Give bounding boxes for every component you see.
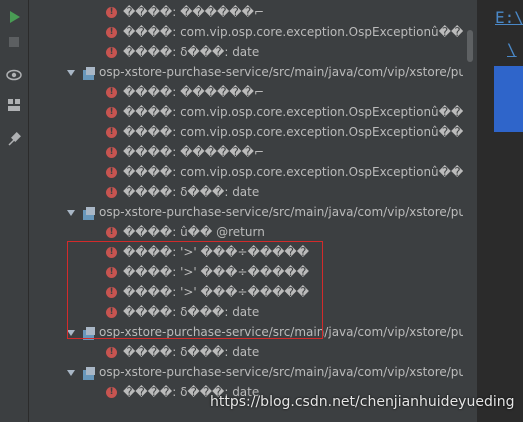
tree-error-item[interactable]: ! ����: ������⌐ <box>106 2 264 22</box>
pin-icon[interactable] <box>5 130 23 148</box>
expand-arrow-icon[interactable] <box>67 369 75 376</box>
editor-selection-block <box>494 66 523 132</box>
tree-file-node[interactable]: osp-xstore-purchase-service/src/main/jav… <box>67 62 463 82</box>
tree-error-item[interactable]: ! ����: ������⌐ <box>106 82 264 102</box>
tree-error-item[interactable]: ! ����: δ���: date <box>106 342 259 362</box>
error-message: ����: com.vip.osp.core.exception.OspExce… <box>123 25 463 39</box>
tree-error-item[interactable]: ! ����: com.vip.osp.core.exception.OspExc… <box>106 162 463 182</box>
error-icon: ! <box>106 47 117 58</box>
problems-tree: ! ����: ������⌐! ����: com.vip.osp.core.ex… <box>29 0 463 422</box>
editor-path-link-2[interactable]: \ <box>507 40 517 59</box>
stop-icon[interactable] <box>5 33 23 51</box>
file-path-label: osp-xstore-purchase-service/src/main/jav… <box>99 365 463 379</box>
expand-arrow-icon[interactable] <box>67 69 75 76</box>
editor-pane: E:\ \ <box>479 0 523 422</box>
error-icon: ! <box>106 7 117 18</box>
tree-error-item[interactable]: ! ����: com.vip.osp.core.exception.OspExc… <box>106 22 463 42</box>
scrollbar-thumb[interactable] <box>467 30 473 62</box>
error-icon: ! <box>106 127 117 138</box>
file-path-label: osp-xstore-purchase-service/src/main/jav… <box>99 205 463 219</box>
error-icon: ! <box>106 227 117 238</box>
tree-error-item[interactable]: ! ����: δ���: date <box>106 182 259 202</box>
error-message: ����: com.vip.osp.core.exception.OspExce… <box>123 165 463 179</box>
tree-file-node[interactable]: osp-xstore-purchase-service/src/main/jav… <box>67 362 463 382</box>
side-toolbar <box>0 0 29 422</box>
error-icon: ! <box>106 107 117 118</box>
error-icon: ! <box>106 187 117 198</box>
highlight-box <box>67 241 323 339</box>
tree-error-item[interactable]: ! ����: ������⌐ <box>106 142 264 162</box>
error-message: ����: com.vip.osp.core.exception.OspExce… <box>123 125 463 139</box>
error-message: ����: δ���: date <box>123 345 260 359</box>
watermark: https://blog.csdn.net/chenjianhuideyuedi… <box>210 394 515 410</box>
tree-error-item[interactable]: ! ����: û�� @return <box>106 222 265 242</box>
error-icon: ! <box>106 347 117 358</box>
expand-arrow-icon[interactable] <box>67 209 75 216</box>
error-icon: ! <box>106 147 117 158</box>
eye-icon[interactable] <box>5 66 23 84</box>
error-icon: ! <box>106 27 117 38</box>
error-message: ����: com.vip.osp.core.exception.OspExce… <box>123 105 463 119</box>
editor-path-link[interactable]: E:\ <box>495 8 523 27</box>
tree-error-item[interactable]: ! ����: com.vip.osp.core.exception.OspExc… <box>106 122 463 142</box>
tree-error-item[interactable]: ! ����: com.vip.osp.core.exception.OspExc… <box>106 102 463 122</box>
tree-error-item[interactable]: ! ����: δ���: date <box>106 42 259 62</box>
error-message: ����: ������⌐ <box>123 145 264 159</box>
error-icon: ! <box>106 87 117 98</box>
java-file-icon <box>83 66 95 80</box>
java-file-icon <box>83 206 95 220</box>
file-path-label: osp-xstore-purchase-service/src/main/jav… <box>99 65 463 79</box>
error-message: ����: ������⌐ <box>123 5 264 19</box>
layout-icon[interactable] <box>5 96 23 114</box>
error-message: ����: δ���: date <box>123 45 260 59</box>
error-message: ����: δ���: date <box>123 185 260 199</box>
error-message: ����: û�� @return <box>123 225 265 239</box>
error-icon: ! <box>106 387 117 398</box>
error-icon: ! <box>106 167 117 178</box>
scrollbar[interactable] <box>463 0 477 422</box>
run-icon[interactable] <box>5 8 23 26</box>
java-file-icon <box>83 366 95 380</box>
tree-file-node[interactable]: osp-xstore-purchase-service/src/main/jav… <box>67 202 463 222</box>
error-message: ����: ������⌐ <box>123 85 264 99</box>
